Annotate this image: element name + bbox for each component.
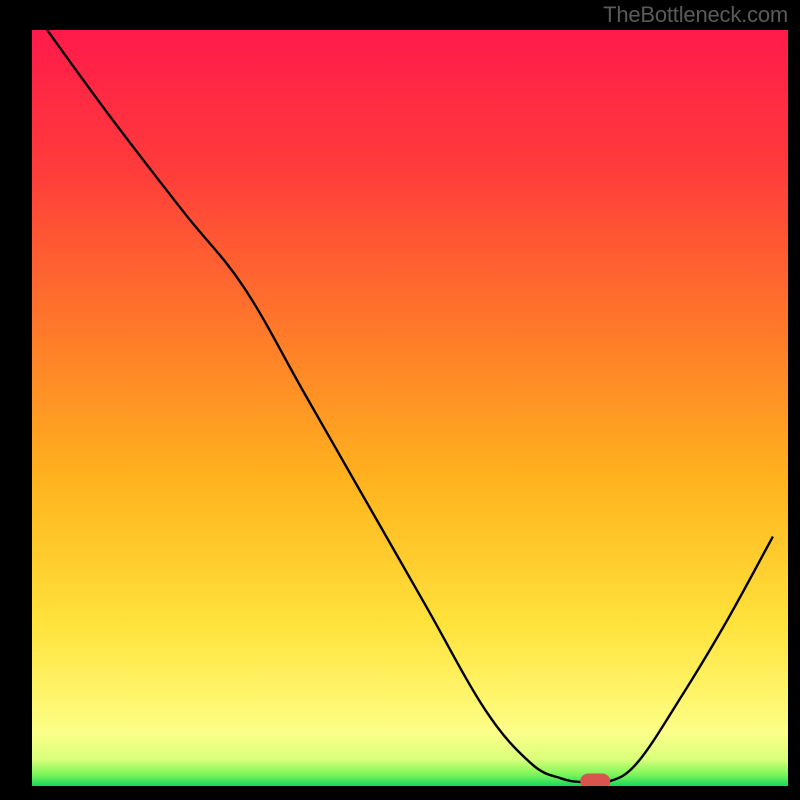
watermark-text: TheBottleneck.com xyxy=(603,2,788,28)
chart-frame xyxy=(0,0,800,800)
plot-background xyxy=(32,30,788,786)
chart-svg xyxy=(0,0,800,800)
